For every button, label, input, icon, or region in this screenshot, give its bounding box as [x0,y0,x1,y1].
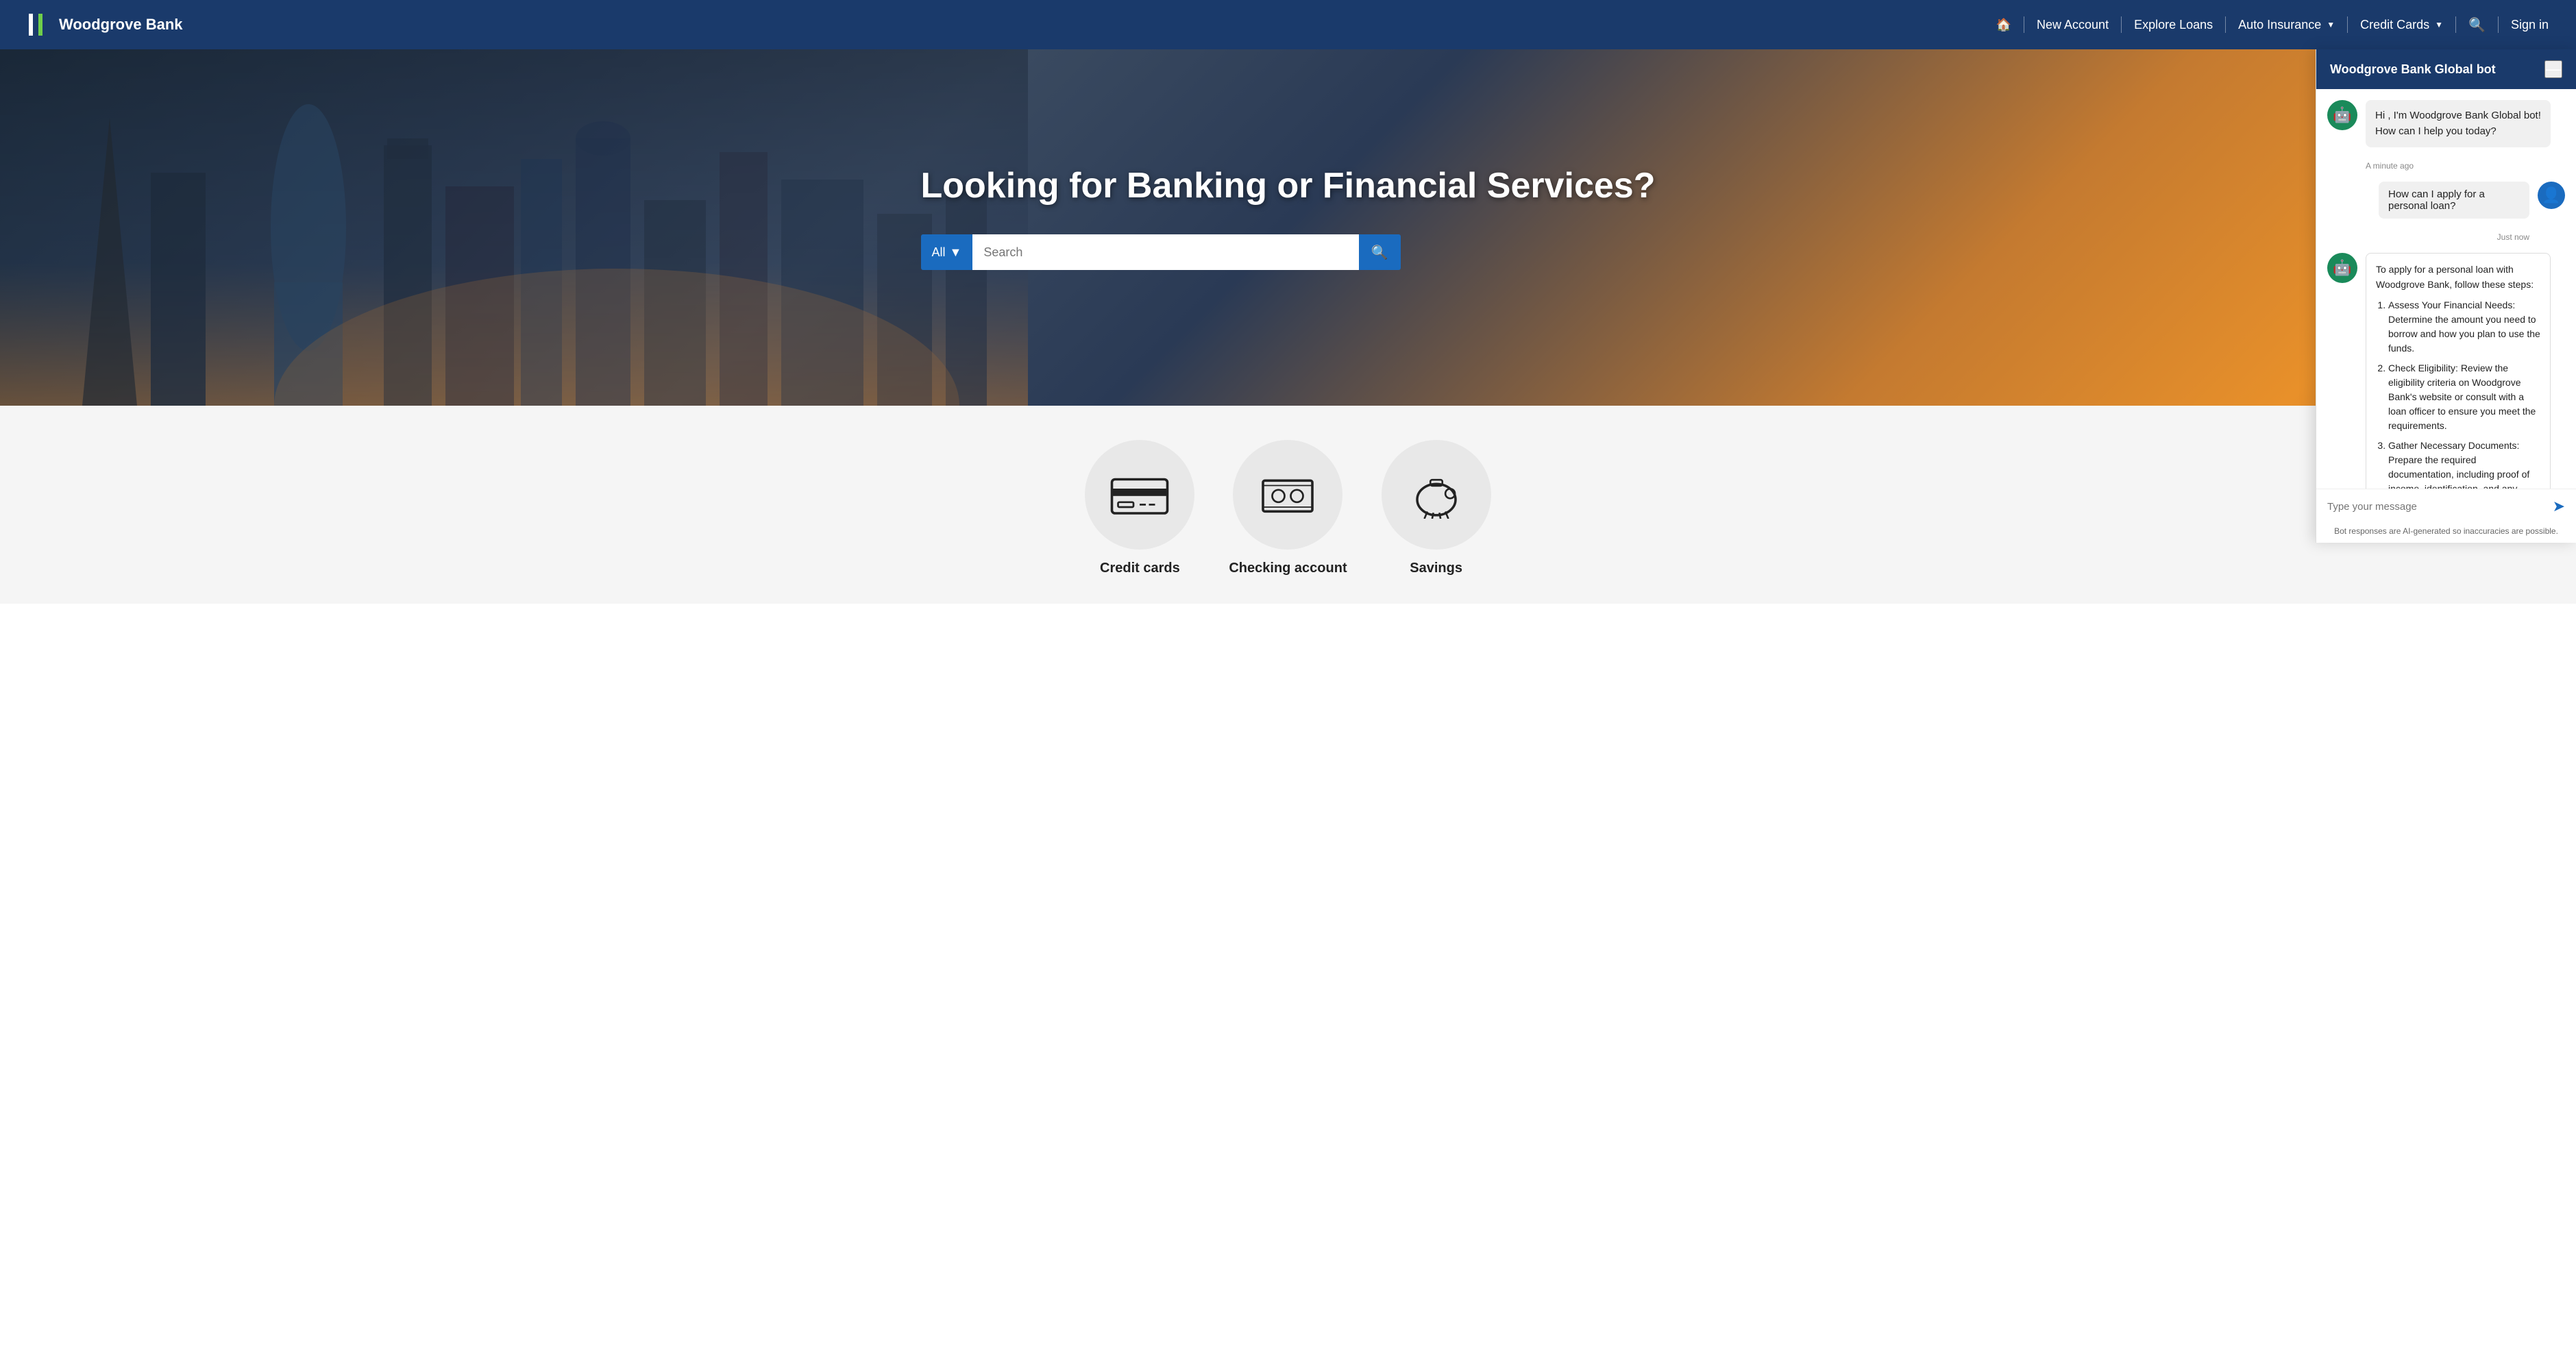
nav-sign-in[interactable]: Sign in [2511,18,2549,32]
bot-step-3: Gather Necessary Documents: Prepare the … [2388,439,2540,489]
user-msg1-time: Just now [2327,232,2529,242]
search-input[interactable] [972,234,1358,270]
hero-title: Looking for Banking or Financial Service… [921,164,1656,207]
nav-divider-3 [2225,16,2226,33]
hero-content: Looking for Banking or Financial Service… [921,164,1656,270]
chatbot-minimize-button[interactable]: — [2544,60,2562,78]
user-bubble-1: How can I apply for a personal loan? [2379,182,2529,219]
nav-items: 🏠 New Account Explore Loans Auto Insuran… [224,16,2549,34]
checking-account-label: Checking account [1229,561,1347,576]
service-card-savings[interactable]: Savings [1382,440,1491,576]
services-section: Credit cards Checking account [0,406,2576,604]
search-category-dropdown[interactable]: All ▼ [921,234,973,270]
user-icon-1: 👤 [2542,186,2560,204]
nav-divider-4 [2347,16,2348,33]
service-card-checking[interactable]: Checking account [1229,440,1347,576]
bot-icon-2: 🤖 [2333,259,2351,277]
chatbot-send-button[interactable]: ➤ [2553,498,2565,515]
nav-search-icon[interactable]: 🔍 [2468,16,2486,34]
nav-logo[interactable]: Woodgrove Bank [27,12,183,37]
credit-cards-label: Credit cards [1100,561,1180,576]
bot-icon-1: 🤖 [2333,106,2351,124]
savings-label: Savings [1410,561,1462,576]
service-card-credit-cards[interactable]: Credit cards [1085,440,1194,576]
bot-steps-list: Assess Your Financial Needs: Determine t… [2376,298,2540,489]
woodgrove-logo-icon [27,12,52,37]
bot-message-1-row: 🤖 Hi , I'm Woodgrove Bank Global bot! Ho… [2327,100,2565,147]
chatbot-header: Woodgrove Bank Global bot — [2316,49,2576,89]
nav-new-account[interactable]: New Account [2037,18,2109,32]
hero-section: Looking for Banking or Financial Service… [0,49,2576,406]
credit-cards-icon-circle [1085,440,1194,550]
chatbot-disclaimer: Bot responses are AI-generated so inaccu… [2316,524,2576,543]
bot-message-2-row: 🤖 To apply for a personal loan with Wood… [2327,253,2565,489]
nav-divider-6 [2498,16,2499,33]
bot-bubble-1: Hi , I'm Woodgrove Bank Global bot! How … [2366,100,2551,147]
chatbot-title: Woodgrove Bank Global bot [2330,62,2496,77]
home-icon: 🏠 [1996,18,2011,32]
checking-account-icon [1257,471,1318,519]
bot-bubble-2: To apply for a personal loan with Woodgr… [2366,253,2551,489]
nav-divider-5 [2455,16,2456,33]
navbar: Woodgrove Bank 🏠 New Account Explore Loa… [0,0,2576,49]
bot-msg1-time: A minute ago [2366,161,2565,171]
search-dropdown-chevron-icon: ▼ [950,245,962,260]
hero-skyline-svg [0,49,1028,406]
user-avatar-1: 👤 [2538,182,2565,209]
bot-step-2: Check Eligibility: Review the eligibilit… [2388,361,2540,433]
nav-logo-text: Woodgrove Bank [59,16,183,34]
credit-card-icon [1109,471,1170,519]
hero-search-bar: All ▼ 🔍 [921,234,1401,270]
chatbot-panel: Woodgrove Bank Global bot — 🤖 Hi , I'm W… [2316,49,2576,543]
bot-avatar-1: 🤖 [2327,100,2357,130]
checking-icon-circle [1233,440,1342,550]
nav-divider-2 [2121,16,2122,33]
search-btn-icon: 🔍 [1371,244,1388,261]
bot-step-1: Assess Your Financial Needs: Determine t… [2388,298,2540,356]
nav-explore-loans[interactable]: Explore Loans [2134,18,2213,32]
search-button[interactable]: 🔍 [1359,234,1401,270]
nav-credit-cards[interactable]: Credit Cards ▼ [2360,18,2443,32]
savings-icon [1406,471,1467,519]
chatbot-input-area: ➤ [2316,489,2576,524]
user-message-1-row: How can I apply for a personal loan? 👤 [2327,182,2565,219]
bot-avatar-2: 🤖 [2327,253,2357,283]
savings-icon-circle [1382,440,1491,550]
credit-cards-chevron-icon: ▼ [2435,20,2443,29]
nav-home[interactable]: 🏠 [1996,18,2011,32]
send-icon: ➤ [2553,498,2565,515]
nav-auto-insurance[interactable]: Auto Insurance ▼ [2238,18,2335,32]
chatbot-text-input[interactable] [2327,501,2546,513]
auto-insurance-chevron-icon: ▼ [2327,20,2335,29]
chatbot-messages[interactable]: 🤖 Hi , I'm Woodgrove Bank Global bot! Ho… [2316,89,2576,489]
